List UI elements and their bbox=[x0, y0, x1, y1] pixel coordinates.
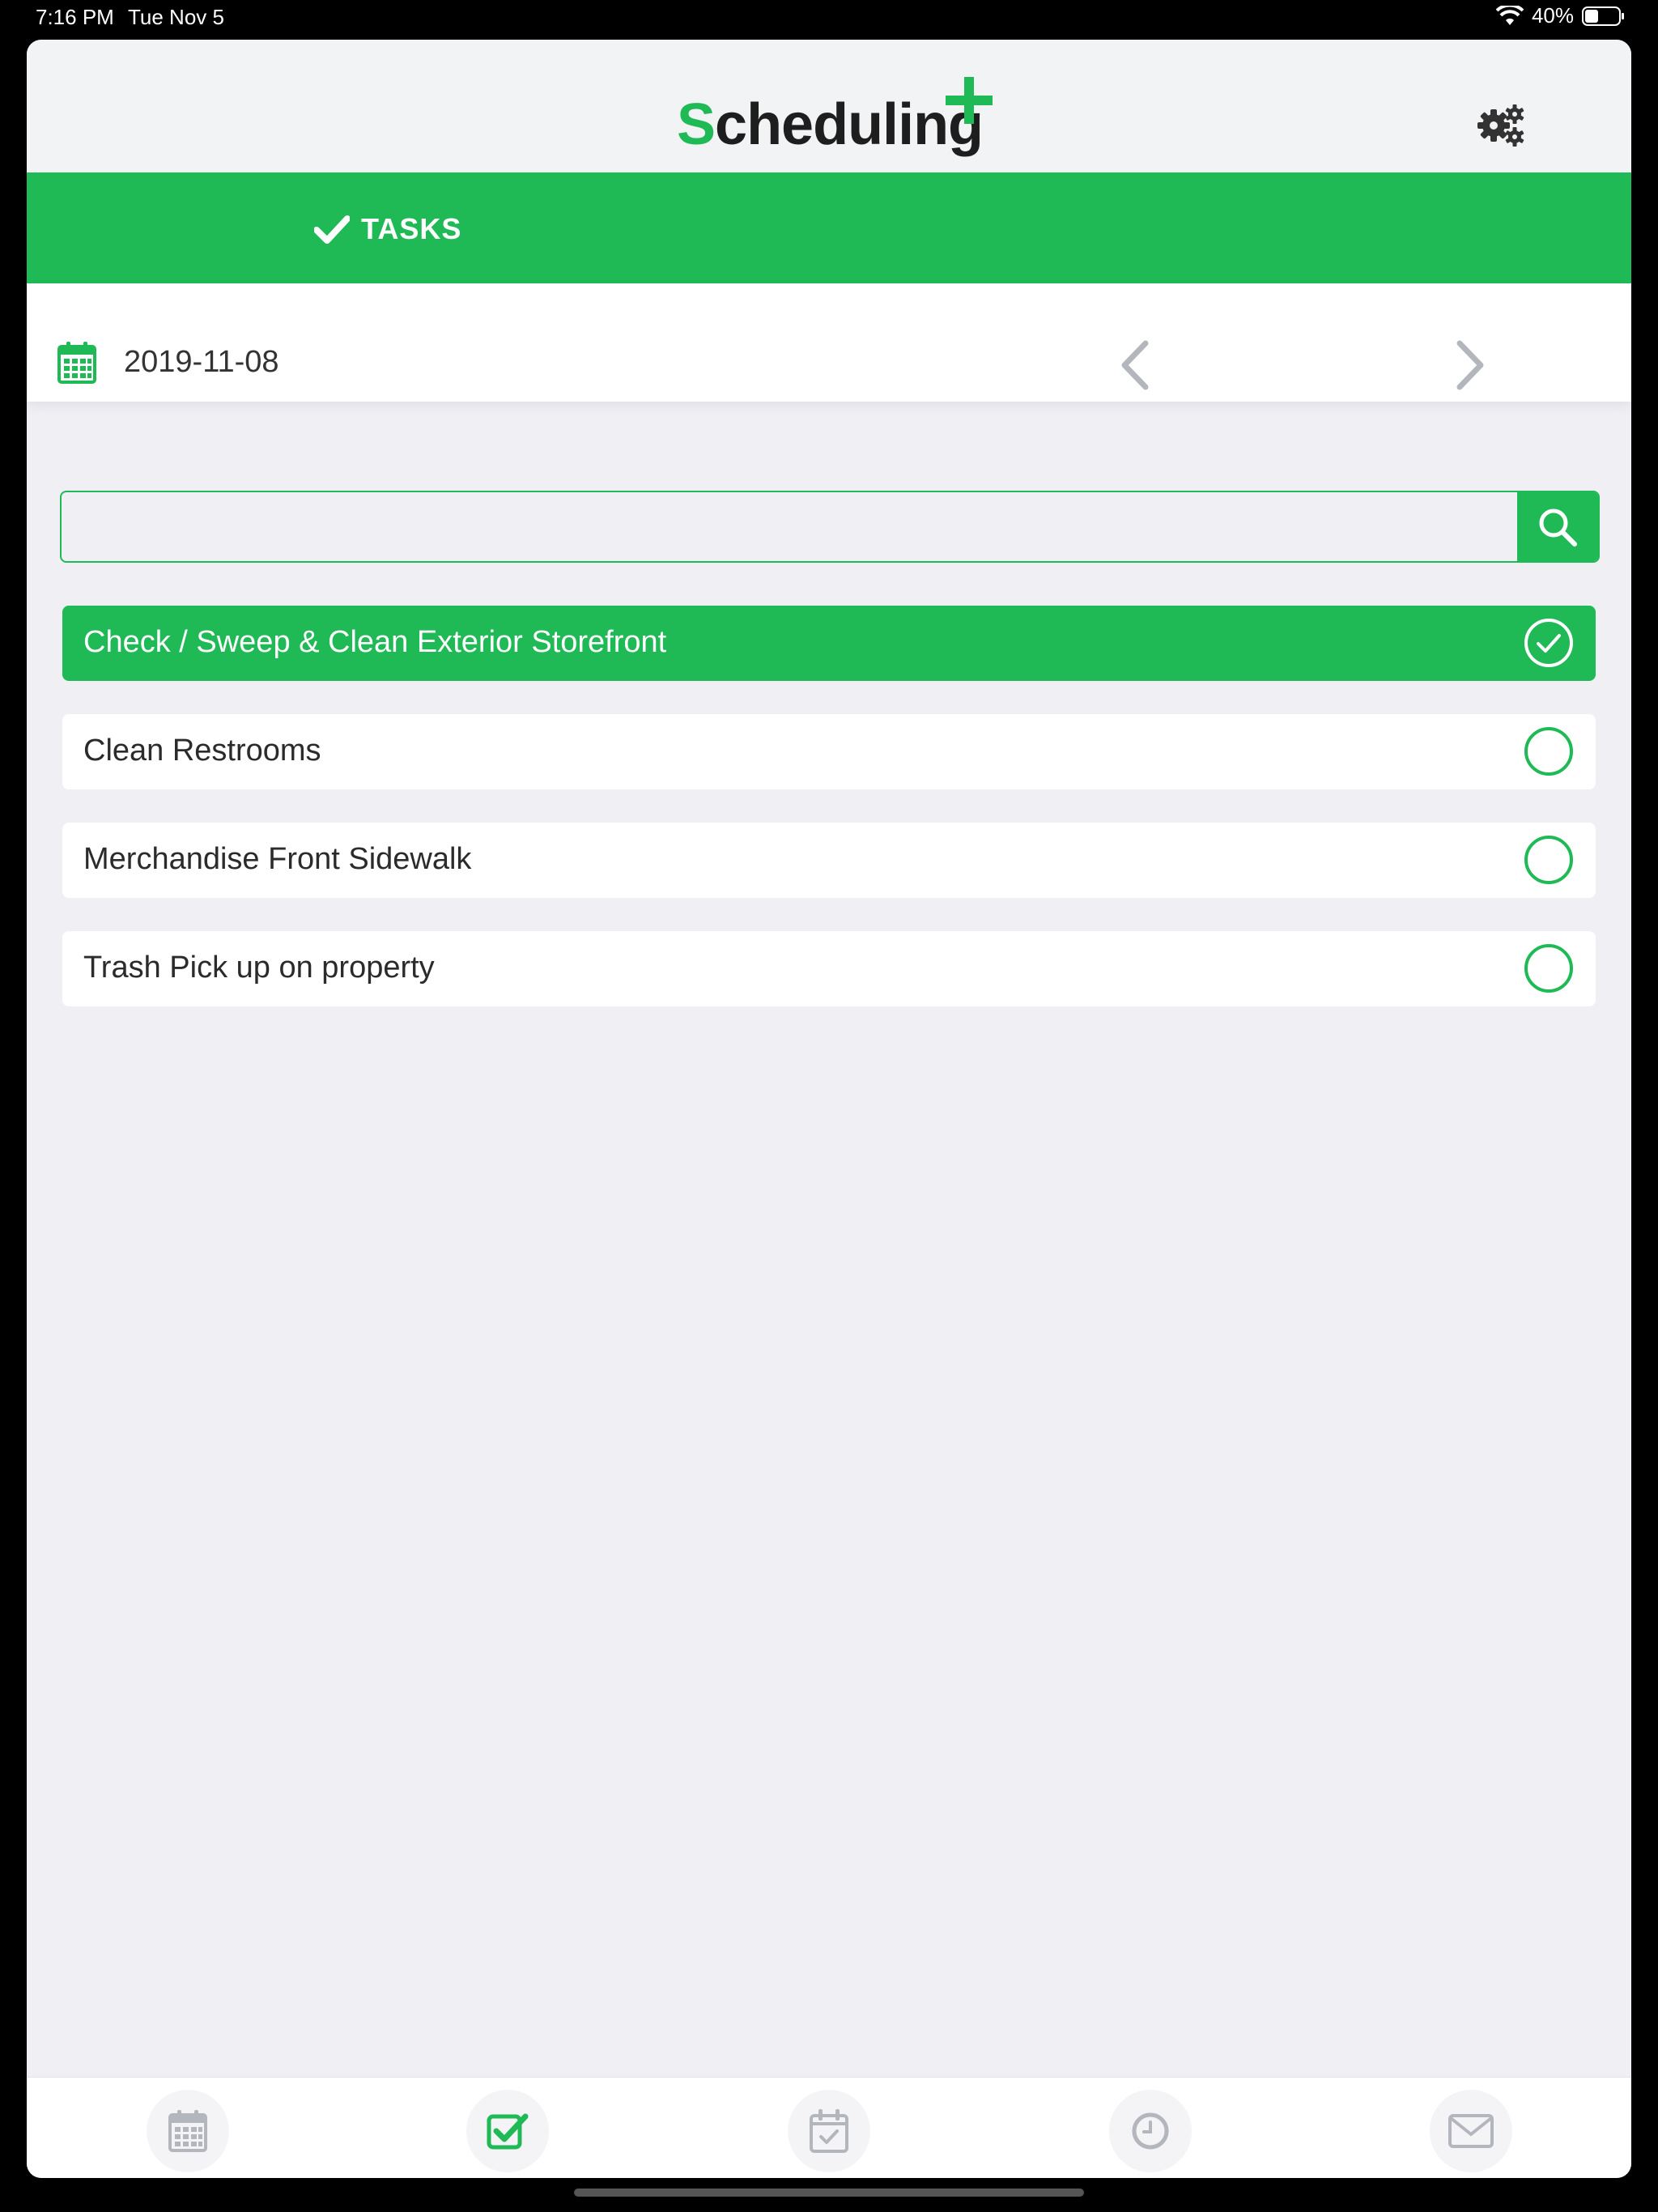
empty-circle-icon[interactable] bbox=[1523, 942, 1575, 994]
status-right: 40% bbox=[1495, 3, 1626, 28]
selected-date[interactable]: 2019-11-08 bbox=[124, 345, 279, 380]
status-date: Tue Nov 5 bbox=[128, 5, 224, 29]
check-square-icon bbox=[487, 2113, 529, 2150]
chevron-right-icon[interactable] bbox=[1445, 337, 1494, 393]
nav-calendar[interactable] bbox=[147, 2090, 229, 2172]
top-tab-bar: TASKS bbox=[27, 172, 1631, 283]
task-label: Merchandise Front Sidewalk bbox=[83, 842, 472, 876]
checkmark-icon bbox=[314, 215, 350, 244]
calendar-check-icon bbox=[810, 2109, 848, 2153]
nav-schedule[interactable] bbox=[788, 2090, 870, 2172]
nav-tasks[interactable] bbox=[466, 2090, 549, 2172]
task-list: Check / Sweep & Clean Exterior Storefron… bbox=[62, 606, 1596, 1040]
calendar-icon[interactable] bbox=[57, 342, 96, 384]
task-item[interactable]: Trash Pick up on property bbox=[62, 931, 1596, 1006]
battery-percent: 40% bbox=[1531, 3, 1574, 28]
mail-icon bbox=[1448, 2114, 1494, 2148]
clock-icon bbox=[1132, 2112, 1169, 2150]
app-header: Scheduling bbox=[27, 40, 1631, 172]
tab-tasks[interactable]: TASKS bbox=[314, 205, 461, 253]
wifi-icon bbox=[1495, 5, 1524, 25]
search-bar bbox=[60, 491, 1600, 563]
search-input[interactable] bbox=[62, 492, 1519, 561]
search-icon bbox=[1539, 508, 1577, 547]
task-label: Trash Pick up on property bbox=[83, 951, 435, 985]
task-item[interactable]: Merchandise Front Sidewalk bbox=[62, 823, 1596, 898]
task-label: Check / Sweep & Clean Exterior Storefron… bbox=[83, 625, 667, 659]
task-item[interactable]: Check / Sweep & Clean Exterior Storefron… bbox=[62, 606, 1596, 681]
check-circle-icon[interactable] bbox=[1523, 617, 1575, 669]
nav-messages[interactable] bbox=[1430, 2090, 1512, 2172]
bottom-nav bbox=[27, 2077, 1631, 2178]
empty-circle-icon[interactable] bbox=[1523, 725, 1575, 777]
calendar-icon bbox=[168, 2110, 207, 2152]
logo-text: cheduling bbox=[715, 92, 984, 157]
nav-time-clock[interactable] bbox=[1109, 2090, 1192, 2172]
logo-initial: S bbox=[677, 92, 716, 157]
empty-circle-icon[interactable] bbox=[1523, 834, 1575, 886]
home-indicator[interactable] bbox=[574, 2189, 1084, 2197]
app-window: Scheduling TASKS 2019-11-08 Check / Swee… bbox=[27, 40, 1631, 2178]
app-logo: Scheduling bbox=[677, 91, 984, 158]
battery-icon bbox=[1582, 6, 1624, 26]
status-time: 7:16 PM bbox=[36, 5, 114, 29]
status-bar: 7:16 PM Tue Nov 5 40% bbox=[0, 0, 1658, 36]
date-selector: 2019-11-08 bbox=[27, 283, 1631, 402]
tab-tasks-label: TASKS bbox=[361, 212, 462, 245]
task-label: Clean Restrooms bbox=[83, 734, 321, 768]
chevron-left-icon[interactable] bbox=[1112, 337, 1160, 393]
gears-icon[interactable] bbox=[1476, 103, 1526, 148]
task-item[interactable]: Clean Restrooms bbox=[62, 714, 1596, 789]
logo-plus-icon bbox=[946, 77, 993, 124]
search-button[interactable] bbox=[1517, 492, 1598, 561]
